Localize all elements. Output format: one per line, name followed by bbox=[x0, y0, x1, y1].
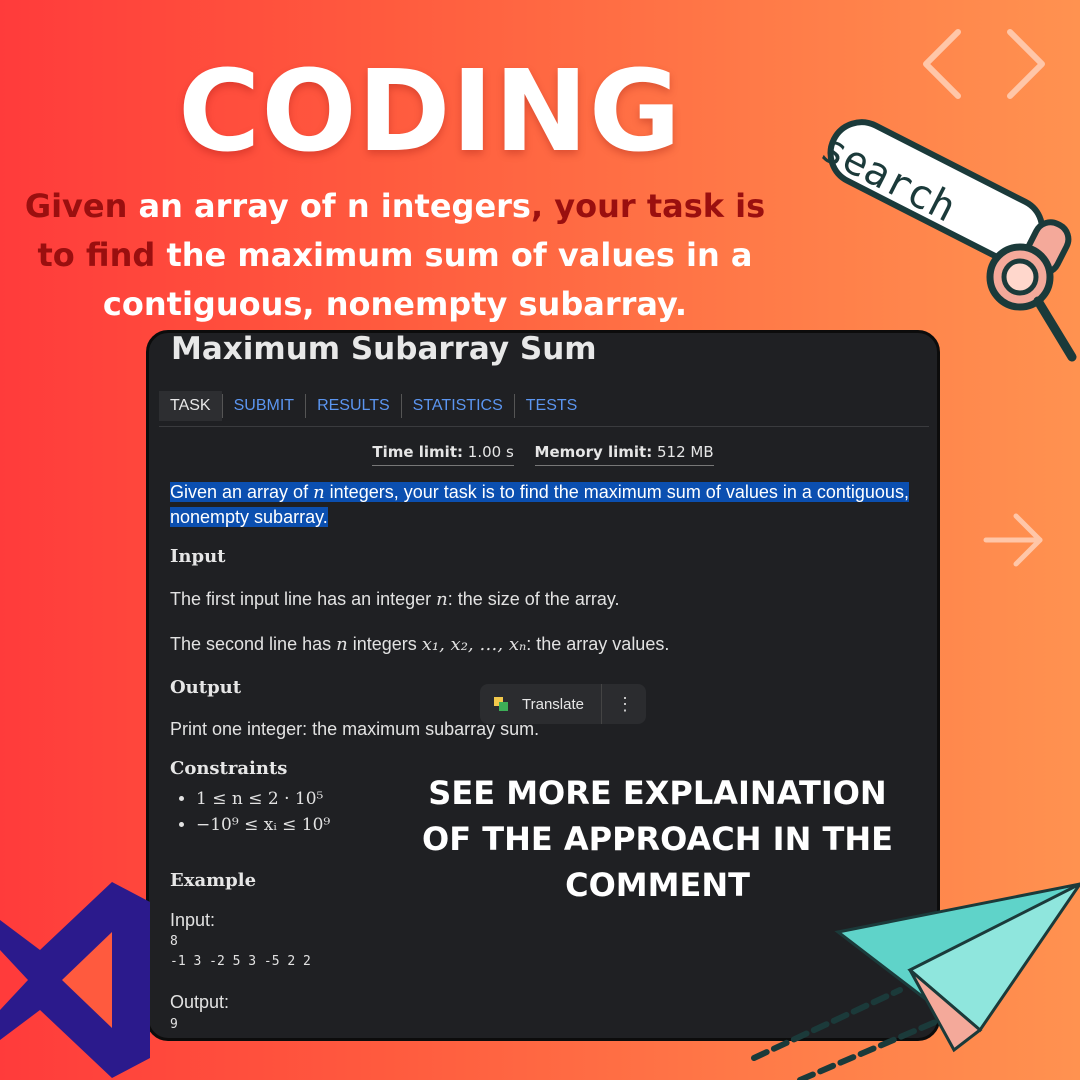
input-heading: Input bbox=[170, 546, 226, 567]
example-output-value: 9 bbox=[170, 1017, 178, 1032]
statement-text: Given an array of bbox=[170, 482, 314, 502]
input-line-text: : the size of the array. bbox=[447, 589, 620, 609]
constraint-item: −10⁹ ≤ xᵢ ≤ 10⁹ bbox=[196, 812, 330, 838]
time-limit-value: 1.00 s bbox=[467, 443, 514, 461]
tab-tests[interactable]: TESTS bbox=[513, 394, 589, 418]
translate-icon bbox=[494, 697, 508, 711]
paper-plane-icon bbox=[751, 882, 1080, 1080]
problem-tabs: TASK SUBMIT RESULTS STATISTICS TESTS bbox=[159, 391, 588, 421]
time-limit: Time limit: 1.00 s bbox=[372, 443, 514, 466]
input-line-var: n bbox=[436, 589, 448, 610]
input-line-vars: x₁, x₂, …, xₙ bbox=[421, 634, 527, 655]
output-heading: Output bbox=[170, 677, 242, 698]
tagline-part: to find bbox=[37, 236, 156, 274]
tagline-part: the maximum sum of values in a bbox=[155, 236, 753, 274]
input-line-1: The first input line has an integer n: t… bbox=[170, 587, 620, 612]
tagline-part: an array of n integers bbox=[127, 187, 531, 225]
memory-limit-value: 512 MB bbox=[656, 443, 714, 461]
translate-divider bbox=[600, 684, 602, 724]
tab-results[interactable]: RESULTS bbox=[305, 394, 401, 418]
memory-limit: Memory limit: 512 MB bbox=[534, 443, 714, 466]
input-line-text: : the array values. bbox=[526, 634, 670, 654]
translate-button[interactable]: Translate bbox=[522, 696, 584, 713]
output-text: Print one integer: the maximum subarray … bbox=[170, 719, 540, 739]
visual-studio-logo-icon bbox=[0, 882, 150, 1078]
problem-title: Maximum Subarray Sum bbox=[171, 331, 597, 367]
example-input-label: Input: bbox=[170, 910, 216, 930]
poster-tagline: Given an array of n integers, your task … bbox=[10, 182, 780, 329]
time-limit-label: Time limit: bbox=[372, 443, 463, 461]
example-heading: Example bbox=[170, 870, 257, 891]
poster-headline: CODING bbox=[178, 47, 682, 177]
example-input-line: -1 3 -2 5 3 -5 2 2 bbox=[170, 954, 311, 969]
limits-row: Time limit: 1.00 s Memory limit: 512 MB bbox=[149, 443, 937, 466]
tab-submit[interactable]: SUBMIT bbox=[221, 394, 305, 418]
constraints-list: 1 ≤ n ≤ 2 · 10⁵ −10⁹ ≤ xᵢ ≤ 10⁹ bbox=[170, 786, 330, 838]
tab-statistics[interactable]: STATISTICS bbox=[400, 394, 514, 418]
example-input-line: 8 bbox=[170, 934, 178, 949]
right-arrow-icon bbox=[983, 513, 1043, 567]
statement-var-n: n bbox=[313, 482, 325, 503]
input-line-text: The second line has bbox=[170, 634, 337, 654]
problem-statement: Given an array of n integers, your task … bbox=[170, 482, 909, 527]
tagline-part: , your task is bbox=[530, 187, 766, 225]
constraint-item: 1 ≤ n ≤ 2 · 10⁵ bbox=[196, 786, 330, 812]
tabs-divider bbox=[159, 426, 929, 427]
input-line-2: The second line has n integers x₁, x₂, …… bbox=[170, 632, 669, 657]
input-line-text: The first input line has an integer bbox=[170, 589, 437, 609]
input-line-var: n bbox=[336, 634, 348, 655]
code-brackets-icon bbox=[923, 29, 1045, 99]
input-line-text: integers bbox=[347, 634, 422, 654]
tagline-part: contiguous, nonempty subarray. bbox=[102, 285, 688, 323]
memory-limit-label: Memory limit: bbox=[534, 443, 653, 461]
search-bar-decor-icon: search bbox=[813, 119, 1077, 362]
more-options-icon[interactable]: ⋮ bbox=[616, 694, 634, 715]
tab-task[interactable]: TASK bbox=[159, 391, 222, 421]
tagline-part: Given bbox=[24, 187, 128, 225]
constraints-heading: Constraints bbox=[170, 758, 288, 779]
example-output-label: Output: bbox=[170, 992, 230, 1012]
